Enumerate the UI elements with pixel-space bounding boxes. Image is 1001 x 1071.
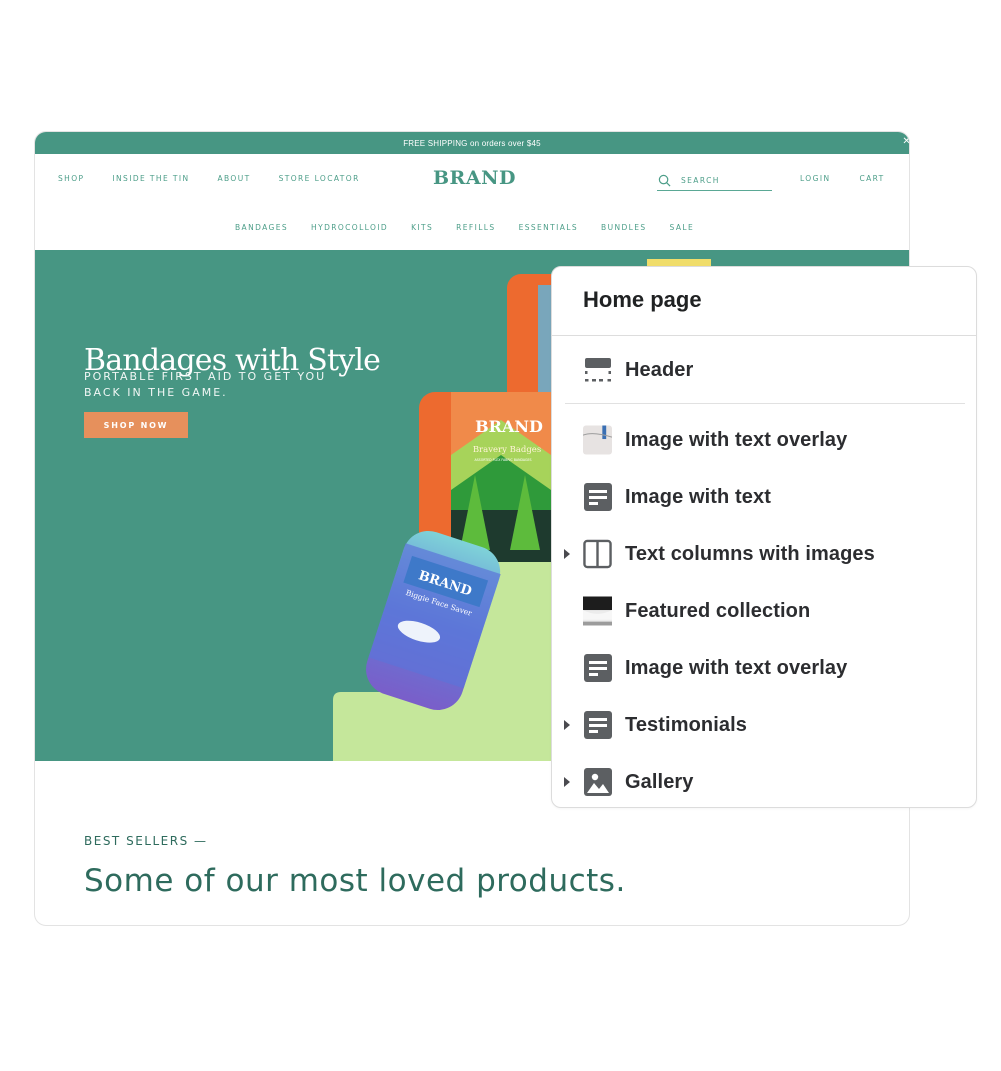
divider: [552, 335, 976, 336]
nav-store-locator[interactable]: STORE LOCATOR: [279, 174, 360, 183]
section-row[interactable]: Featured collection: [552, 591, 976, 631]
primary-nav: SHOP INSIDE THE TIN ABOUT STORE LOCATOR: [58, 174, 388, 183]
bravery-badges-box: BRAND Bravery Badges ASSORTED FLEX FABRI…: [451, 392, 551, 562]
search-input[interactable]: SEARCH: [657, 170, 772, 191]
section-row[interactable]: Image with text overlay: [552, 420, 976, 460]
category-refills[interactable]: REFILLS: [456, 223, 495, 232]
nav-cart[interactable]: CART: [859, 174, 884, 183]
section-label: Header: [625, 358, 694, 381]
columns-icon: [583, 539, 612, 569]
section-label: Featured collection: [625, 599, 811, 622]
category-hydrocolloid[interactable]: HYDROCOLLOID: [311, 223, 388, 232]
text-block-icon: [583, 483, 612, 512]
header-layout-icon: [583, 356, 612, 385]
box-tagline: ASSORTED FLEX FABRIC BANDAGES: [474, 458, 531, 462]
section-label: Image with text overlay: [625, 656, 848, 679]
site-header: SHOP INSIDE THE TIN ABOUT STORE LOCATOR …: [35, 154, 909, 249]
nav-shop[interactable]: SHOP: [58, 174, 84, 183]
section-row[interactable]: Image with text overlay: [552, 648, 976, 688]
nav-login[interactable]: LOGIN: [800, 174, 830, 183]
account-nav: LOGIN CART: [800, 174, 909, 183]
section-label: Gallery: [625, 770, 694, 793]
image-icon: [583, 768, 612, 797]
text-block-icon: [583, 654, 612, 683]
category-nav: BANDAGES HYDROCOLLOID KITS REFILLS ESSEN…: [235, 223, 717, 232]
best-sellers-headline: Some of our most loved products.: [84, 863, 626, 899]
panel-title: Home page: [583, 287, 702, 312]
divider: [565, 403, 965, 404]
category-kits[interactable]: KITS: [411, 223, 433, 232]
section-label: Testimonials: [625, 713, 747, 736]
section-label: Image with text: [625, 485, 771, 508]
section-row-header[interactable]: Header: [552, 350, 976, 390]
nav-inside-the-tin[interactable]: INSIDE THE TIN: [112, 174, 189, 183]
close-icon[interactable]: ✕: [902, 136, 909, 147]
section-row[interactable]: Gallery: [552, 762, 976, 802]
search-placeholder: SEARCH: [681, 175, 720, 185]
nav-about[interactable]: ABOUT: [217, 174, 250, 183]
text-block-icon: [583, 711, 612, 740]
category-essentials[interactable]: ESSENTIALS: [519, 223, 578, 232]
section-row[interactable]: Text columns with images: [552, 534, 976, 574]
section-label: Image with text overlay: [625, 428, 848, 451]
box-name: Bravery Badges: [473, 445, 541, 455]
section-row[interactable]: Image with text: [552, 477, 976, 517]
best-sellers-eyebrow: BEST SELLERS —: [84, 834, 208, 848]
section-label: Text columns with images: [625, 542, 875, 565]
expand-caret-icon[interactable]: [564, 777, 570, 787]
category-bandages[interactable]: BANDAGES: [235, 223, 288, 232]
expand-caret-icon[interactable]: [564, 720, 570, 730]
box-brand: BRAND: [475, 417, 543, 436]
announcement-bar: FREE SHIPPING on orders over $45 ✕: [35, 132, 909, 154]
collection-thumbnail-icon: [583, 596, 612, 626]
expand-caret-icon[interactable]: [564, 549, 570, 559]
brand-logo[interactable]: BRAND: [433, 167, 516, 189]
category-bundles[interactable]: BUNDLES: [601, 223, 647, 232]
announcement-text: FREE SHIPPING on orders over $45: [403, 138, 541, 148]
search-icon: [658, 174, 671, 186]
image-thumbnail-icon: [583, 425, 612, 455]
sections-panel: Home page Header Image with text overlay…: [551, 266, 977, 808]
category-sale[interactable]: SALE: [670, 223, 695, 232]
section-row[interactable]: Testimonials: [552, 705, 976, 745]
